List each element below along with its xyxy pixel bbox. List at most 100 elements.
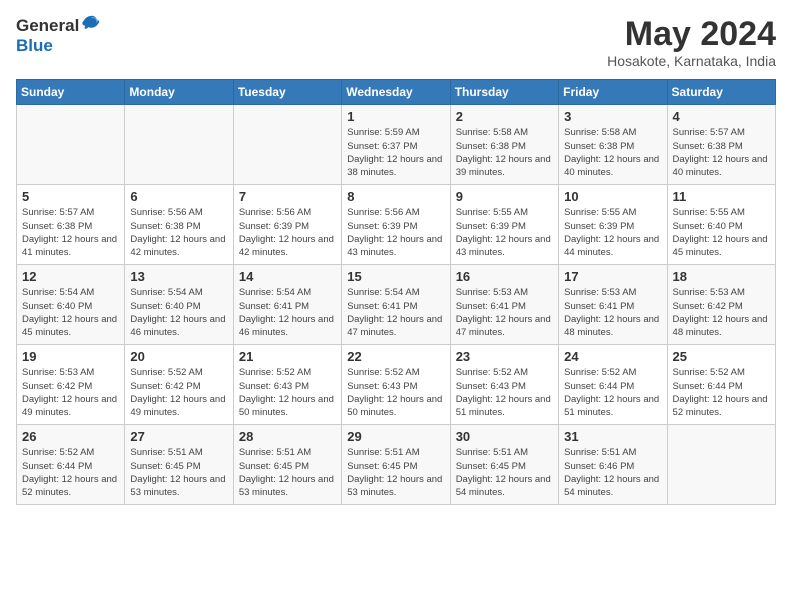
day-sun-info: Sunrise: 5:54 AMSunset: 6:41 PMDaylight:… bbox=[347, 286, 444, 339]
calendar-day-cell bbox=[125, 105, 233, 185]
calendar-day-cell: 17 Sunrise: 5:53 AMSunset: 6:41 PMDayligh… bbox=[559, 265, 667, 345]
calendar-day-cell: 13 Sunrise: 5:54 AMSunset: 6:40 PMDayligh… bbox=[125, 265, 233, 345]
calendar-day-cell: 27 Sunrise: 5:51 AMSunset: 6:45 PMDayligh… bbox=[125, 425, 233, 505]
calendar-week-row: 12 Sunrise: 5:54 AMSunset: 6:40 PMDayligh… bbox=[17, 265, 776, 345]
day-number: 11 bbox=[673, 189, 770, 204]
day-sun-info: Sunrise: 5:52 AMSunset: 6:43 PMDaylight:… bbox=[239, 366, 336, 419]
day-sun-info: Sunrise: 5:54 AMSunset: 6:40 PMDaylight:… bbox=[22, 286, 119, 339]
day-number: 20 bbox=[130, 349, 227, 364]
title-area: May 2024 Hosakote, Karnataka, India bbox=[607, 16, 776, 69]
day-sun-info: Sunrise: 5:53 AMSunset: 6:41 PMDaylight:… bbox=[564, 286, 661, 339]
day-sun-info: Sunrise: 5:53 AMSunset: 6:42 PMDaylight:… bbox=[673, 286, 770, 339]
day-number: 24 bbox=[564, 349, 661, 364]
day-number: 18 bbox=[673, 269, 770, 284]
logo-bird-icon bbox=[79, 13, 101, 35]
day-sun-info: Sunrise: 5:52 AMSunset: 6:44 PMDaylight:… bbox=[564, 366, 661, 419]
calendar-day-cell: 12 Sunrise: 5:54 AMSunset: 6:40 PMDayligh… bbox=[17, 265, 125, 345]
calendar-table: SundayMondayTuesdayWednesdayThursdayFrid… bbox=[16, 79, 776, 505]
day-sun-info: Sunrise: 5:57 AMSunset: 6:38 PMDaylight:… bbox=[22, 206, 119, 259]
calendar-day-cell: 19Sunrise: 5:53 AMSunset: 6:42 PMDayligh… bbox=[17, 345, 125, 425]
calendar-day-cell: 26 Sunrise: 5:52 AMSunset: 6:44 PMDayligh… bbox=[17, 425, 125, 505]
day-sun-info: Sunrise: 5:53 AMSunset: 6:41 PMDaylight:… bbox=[456, 286, 553, 339]
day-sun-info: Sunrise: 5:55 AMSunset: 6:39 PMDaylight:… bbox=[456, 206, 553, 259]
day-number: 4 bbox=[673, 109, 770, 124]
day-number: 26 bbox=[22, 429, 119, 444]
logo-general: General bbox=[16, 16, 79, 36]
calendar-day-cell: 29Sunrise: 5:51 AMSunset: 6:45 PMDayligh… bbox=[342, 425, 450, 505]
calendar-header-row: SundayMondayTuesdayWednesdayThursdayFrid… bbox=[17, 80, 776, 105]
day-number: 7 bbox=[239, 189, 336, 204]
calendar-day-cell: 23Sunrise: 5:52 AMSunset: 6:43 PMDayligh… bbox=[450, 345, 558, 425]
day-number: 29 bbox=[347, 429, 444, 444]
calendar-day-cell: 8 Sunrise: 5:56 AMSunset: 6:39 PMDaylight… bbox=[342, 185, 450, 265]
day-sun-info: Sunrise: 5:51 AMSunset: 6:45 PMDaylight:… bbox=[130, 446, 227, 499]
day-number: 13 bbox=[130, 269, 227, 284]
day-sun-info: Sunrise: 5:51 AMSunset: 6:46 PMDaylight:… bbox=[564, 446, 661, 499]
calendar-week-row: 19Sunrise: 5:53 AMSunset: 6:42 PMDayligh… bbox=[17, 345, 776, 425]
weekday-header: Wednesday bbox=[342, 80, 450, 105]
calendar-day-cell: 22Sunrise: 5:52 AMSunset: 6:43 PMDayligh… bbox=[342, 345, 450, 425]
calendar-day-cell: 25 Sunrise: 5:52 AMSunset: 6:44 PMDayligh… bbox=[667, 345, 775, 425]
day-number: 16 bbox=[456, 269, 553, 284]
day-sun-info: Sunrise: 5:54 AMSunset: 6:40 PMDaylight:… bbox=[130, 286, 227, 339]
day-number: 23 bbox=[456, 349, 553, 364]
day-sun-info: Sunrise: 5:52 AMSunset: 6:43 PMDaylight:… bbox=[347, 366, 444, 419]
day-sun-info: Sunrise: 5:52 AMSunset: 6:44 PMDaylight:… bbox=[22, 446, 119, 499]
calendar-day-cell bbox=[233, 105, 341, 185]
day-number: 5 bbox=[22, 189, 119, 204]
day-number: 17 bbox=[564, 269, 661, 284]
weekday-header: Sunday bbox=[17, 80, 125, 105]
day-sun-info: Sunrise: 5:55 AMSunset: 6:39 PMDaylight:… bbox=[564, 206, 661, 259]
month-year-title: May 2024 bbox=[607, 16, 776, 53]
calendar-day-cell: 15 Sunrise: 5:54 AMSunset: 6:41 PMDayligh… bbox=[342, 265, 450, 345]
weekday-header: Monday bbox=[125, 80, 233, 105]
calendar-day-cell: 9 Sunrise: 5:55 AMSunset: 6:39 PMDaylight… bbox=[450, 185, 558, 265]
day-number: 2 bbox=[456, 109, 553, 124]
day-number: 8 bbox=[347, 189, 444, 204]
day-number: 3 bbox=[564, 109, 661, 124]
calendar-day-cell: 6 Sunrise: 5:56 AMSunset: 6:38 PMDaylight… bbox=[125, 185, 233, 265]
calendar-day-cell: 24 Sunrise: 5:52 AMSunset: 6:44 PMDayligh… bbox=[559, 345, 667, 425]
day-number: 1 bbox=[347, 109, 444, 124]
day-sun-info: Sunrise: 5:58 AMSunset: 6:38 PMDaylight:… bbox=[456, 126, 553, 179]
logo: General Blue bbox=[16, 16, 101, 56]
calendar-week-row: 1Sunrise: 5:59 AMSunset: 6:37 PMDaylight… bbox=[17, 105, 776, 185]
calendar-day-cell: 31Sunrise: 5:51 AMSunset: 6:46 PMDayligh… bbox=[559, 425, 667, 505]
day-sun-info: Sunrise: 5:56 AMSunset: 6:39 PMDaylight:… bbox=[239, 206, 336, 259]
calendar-day-cell: 18 Sunrise: 5:53 AMSunset: 6:42 PMDayligh… bbox=[667, 265, 775, 345]
day-number: 15 bbox=[347, 269, 444, 284]
logo-blue: Blue bbox=[16, 36, 101, 56]
day-sun-info: Sunrise: 5:51 AMSunset: 6:45 PMDaylight:… bbox=[456, 446, 553, 499]
day-number: 27 bbox=[130, 429, 227, 444]
day-number: 25 bbox=[673, 349, 770, 364]
calendar-week-row: 5 Sunrise: 5:57 AMSunset: 6:38 PMDaylight… bbox=[17, 185, 776, 265]
calendar-day-cell: 20 Sunrise: 5:52 AMSunset: 6:42 PMDayligh… bbox=[125, 345, 233, 425]
calendar-day-cell: 16 Sunrise: 5:53 AMSunset: 6:41 PMDayligh… bbox=[450, 265, 558, 345]
day-number: 12 bbox=[22, 269, 119, 284]
day-number: 28 bbox=[239, 429, 336, 444]
calendar-week-row: 26 Sunrise: 5:52 AMSunset: 6:44 PMDayligh… bbox=[17, 425, 776, 505]
day-sun-info: Sunrise: 5:54 AMSunset: 6:41 PMDaylight:… bbox=[239, 286, 336, 339]
day-sun-info: Sunrise: 5:56 AMSunset: 6:39 PMDaylight:… bbox=[347, 206, 444, 259]
calendar-day-cell bbox=[17, 105, 125, 185]
day-sun-info: Sunrise: 5:53 AMSunset: 6:42 PMDaylight:… bbox=[22, 366, 119, 419]
calendar-day-cell: 1Sunrise: 5:59 AMSunset: 6:37 PMDaylight… bbox=[342, 105, 450, 185]
day-sun-info: Sunrise: 5:56 AMSunset: 6:38 PMDaylight:… bbox=[130, 206, 227, 259]
weekday-header: Saturday bbox=[667, 80, 775, 105]
day-sun-info: Sunrise: 5:55 AMSunset: 6:40 PMDaylight:… bbox=[673, 206, 770, 259]
day-sun-info: Sunrise: 5:52 AMSunset: 6:42 PMDaylight:… bbox=[130, 366, 227, 419]
day-sun-info: Sunrise: 5:57 AMSunset: 6:38 PMDaylight:… bbox=[673, 126, 770, 179]
day-number: 9 bbox=[456, 189, 553, 204]
calendar-day-cell: 3 Sunrise: 5:58 AMSunset: 6:38 PMDaylight… bbox=[559, 105, 667, 185]
calendar-day-cell: 2 Sunrise: 5:58 AMSunset: 6:38 PMDaylight… bbox=[450, 105, 558, 185]
day-number: 6 bbox=[130, 189, 227, 204]
calendar-day-cell: 7 Sunrise: 5:56 AMSunset: 6:39 PMDaylight… bbox=[233, 185, 341, 265]
day-sun-info: Sunrise: 5:52 AMSunset: 6:44 PMDaylight:… bbox=[673, 366, 770, 419]
day-sun-info: Sunrise: 5:58 AMSunset: 6:38 PMDaylight:… bbox=[564, 126, 661, 179]
calendar-day-cell: 11 Sunrise: 5:55 AMSunset: 6:40 PMDayligh… bbox=[667, 185, 775, 265]
weekday-header: Thursday bbox=[450, 80, 558, 105]
calendar-day-cell: 10Sunrise: 5:55 AMSunset: 6:39 PMDayligh… bbox=[559, 185, 667, 265]
calendar-day-cell bbox=[667, 425, 775, 505]
calendar-day-cell: 4 Sunrise: 5:57 AMSunset: 6:38 PMDaylight… bbox=[667, 105, 775, 185]
calendar-day-cell: 5 Sunrise: 5:57 AMSunset: 6:38 PMDaylight… bbox=[17, 185, 125, 265]
